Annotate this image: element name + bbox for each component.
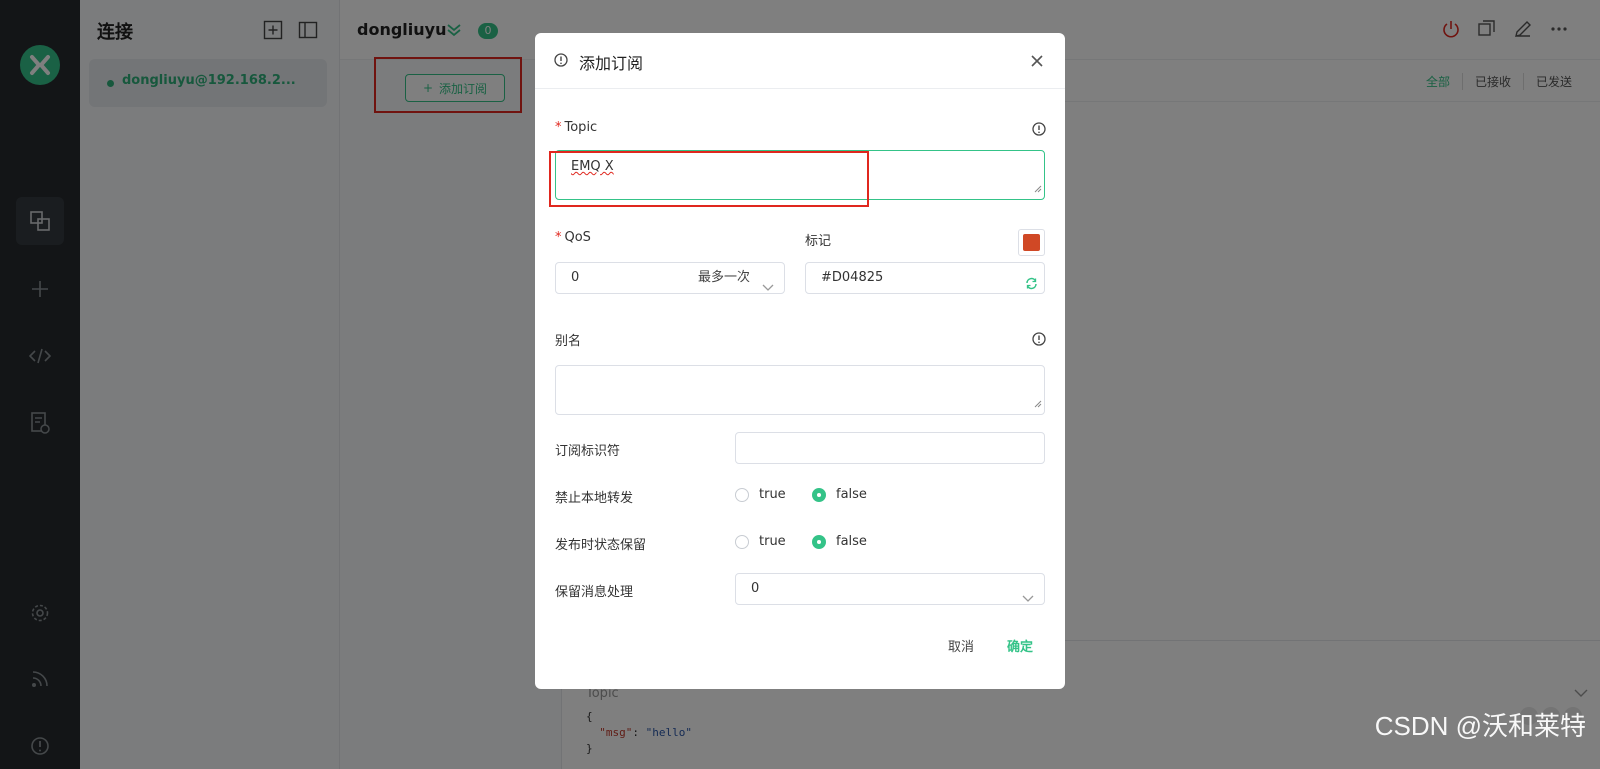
retain-as-published-label: 发布时状态保留	[555, 538, 647, 553]
resize-handle-icon[interactable]	[1034, 397, 1042, 412]
no-local-true-radio[interactable]: true	[735, 487, 786, 502]
color-input[interactable]: #D04825	[805, 262, 1045, 294]
qos-label: * QoS	[555, 230, 591, 245]
refresh-icon[interactable]	[1025, 272, 1038, 302]
no-local-false-radio[interactable]: false	[812, 487, 867, 502]
chevron-down-icon	[1022, 585, 1034, 615]
topic-label: * Topic	[555, 120, 598, 135]
info-icon	[554, 53, 568, 71]
chevron-down-icon	[762, 274, 774, 304]
qos-select[interactable]: 0 最多一次	[555, 262, 785, 294]
watermark: CSDN @沃和莱特	[1374, 711, 1586, 741]
radio-label: true	[759, 534, 786, 549]
rap-false-radio[interactable]: false	[812, 534, 867, 549]
retain-handling-select[interactable]: 0	[735, 573, 1045, 605]
qos-value: 0	[571, 270, 580, 285]
alias-help-icon[interactable]	[1032, 332, 1046, 346]
qos-label-text: QoS	[564, 230, 591, 245]
sub-id-label: 订阅标识符	[555, 444, 621, 459]
radio-circle-checked	[812, 487, 826, 502]
resize-handle-icon[interactable]	[1034, 182, 1042, 197]
alias-input[interactable]	[555, 365, 1045, 415]
retain-handling-value: 0	[751, 581, 760, 596]
radio-label: false	[836, 534, 867, 549]
add-subscription-dialog: 添加订阅 * Topic EMQ X * QoS 0 最多一次 标记 #D04825…	[535, 33, 1065, 689]
dialog-header: 添加订阅	[535, 33, 1065, 89]
radio-circle	[735, 534, 749, 549]
highlight-box	[549, 151, 869, 207]
sub-id-input[interactable]	[735, 432, 1045, 464]
radio-label: true	[759, 487, 786, 502]
radio-circle-checked	[812, 534, 826, 549]
radio-circle	[735, 487, 749, 502]
color-value: #D04825	[821, 270, 884, 285]
color-swatch	[1023, 234, 1040, 251]
topic-label-text: Topic	[564, 120, 598, 135]
confirm-button[interactable]: 确定	[1007, 636, 1033, 655]
color-picker[interactable]	[1018, 229, 1045, 256]
alias-label: 别名	[555, 334, 582, 349]
no-local-label: 禁止本地转发	[555, 491, 634, 506]
retain-handling-label: 保留消息处理	[555, 585, 634, 600]
rap-true-radio[interactable]: true	[735, 534, 786, 549]
color-label: 标记	[805, 234, 832, 249]
cancel-button[interactable]: 取消	[948, 636, 974, 655]
topic-help-icon[interactable]	[1032, 122, 1046, 136]
dialog-title: 添加订阅	[579, 54, 644, 73]
close-icon[interactable]	[1027, 51, 1047, 71]
qos-description: 最多一次	[697, 270, 750, 285]
radio-label: false	[836, 487, 867, 502]
